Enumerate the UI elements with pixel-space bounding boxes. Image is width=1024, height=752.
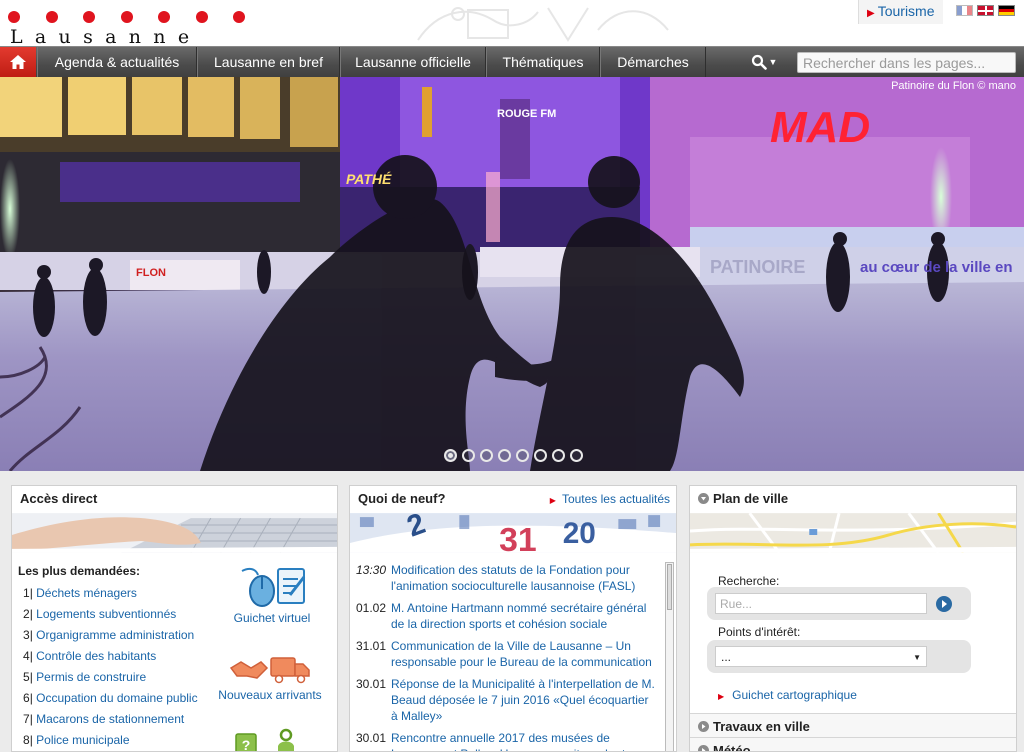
list-item[interactable]: 4| Contrôle des habitants	[23, 649, 198, 670]
sign-coeur-de-la-ville: au cœur de la ville en	[860, 259, 1013, 276]
guichet-cartographique-link[interactable]: ▶ Guichet cartographique	[718, 688, 857, 702]
banner-number: 20	[563, 517, 596, 550]
sign-fm: ROUGE FM	[497, 108, 556, 120]
language-english-flag-icon[interactable]	[977, 5, 994, 16]
city-crest-watermark	[417, 7, 669, 42]
street-search-input[interactable]	[715, 593, 927, 614]
site-search-input[interactable]	[797, 52, 1016, 73]
slide-dot[interactable]	[570, 449, 583, 462]
sign-patinoire: PATINOIRE	[710, 257, 805, 277]
sign-mad: MAD	[770, 103, 870, 152]
calendar-numbers-banner: 2 31 20	[350, 513, 676, 553]
sign-pathe: PATHÉ	[346, 171, 392, 187]
nav-agenda-actualites[interactable]: Agenda & actualités	[37, 47, 197, 77]
news-title: Quoi de neuf?	[358, 491, 446, 506]
slide-dot[interactable]	[534, 449, 547, 462]
banner-number: 31	[499, 521, 537, 553]
chevron-down-icon: ▼	[768, 57, 778, 67]
language-german-flag-icon[interactable]	[998, 5, 1015, 16]
news-panel: Quoi de neuf? ▶ Toutes les actualités 2 3…	[349, 485, 677, 752]
help-location-icon[interactable]: ?	[234, 726, 300, 752]
language-french-flag-icon[interactable]	[956, 5, 973, 16]
chevron-down-icon: ▼	[913, 653, 921, 662]
svg-text:?: ?	[242, 737, 251, 752]
news-item[interactable]: 30.01 Réponse de la Municipalité à l'inte…	[356, 676, 656, 724]
main-navigation: Agenda & actualités Lausanne en bref Lau…	[0, 46, 1024, 77]
news-scrollbar[interactable]	[665, 562, 674, 751]
home-button[interactable]	[0, 47, 36, 77]
most-requested-list: 1| Déchets ménagers 2| Logements subvent…	[23, 586, 198, 751]
points-of-interest-label: Points d'intérêt:	[718, 625, 801, 639]
nav-demarches[interactable]: Démarches	[600, 47, 706, 77]
news-list: 13:30 Modification des statuts de la Fond…	[356, 562, 656, 751]
nav-lausanne-en-bref[interactable]: Lausanne en bref	[197, 47, 340, 77]
slide-dot[interactable]	[498, 449, 511, 462]
search-scope-toggle[interactable]: ▼	[742, 50, 786, 74]
nouveaux-arrivants-label: Nouveaux arrivants	[218, 688, 322, 702]
nav-thematiques[interactable]: Thématiques	[486, 47, 600, 77]
accordion-meteo[interactable]: Météo	[690, 737, 1016, 751]
keyboard-hand-banner	[12, 513, 337, 553]
nouveaux-arrivants-link[interactable]: Nouveaux arrivants	[215, 652, 325, 702]
mouse-form-icon	[241, 567, 306, 607]
hero-image-ice-rink: MAD ROUGE FM FLON PATHÉ PATINOIRE au cœu…	[0, 77, 1024, 471]
nav-lausanne-officielle[interactable]: Lausanne officielle	[340, 47, 486, 77]
home-icon	[10, 55, 26, 69]
all-news-link[interactable]: ▶ Toutes les actualités	[550, 492, 670, 506]
news-item[interactable]: 31.01 Communication de la Ville de Lausan…	[356, 638, 656, 670]
collapse-toggle-icon	[698, 493, 709, 504]
news-item[interactable]: 13:30 Modification des statuts de la Fond…	[356, 562, 656, 594]
acces-direct-title: Accès direct	[20, 491, 98, 506]
list-item[interactable]: 2| Logements subventionnés	[23, 607, 198, 628]
accordion-travaux-en-ville[interactable]: Travaux en ville	[690, 713, 1016, 737]
map-search-label: Recherche:	[718, 574, 780, 588]
slide-dot[interactable]	[462, 449, 475, 462]
expand-toggle-icon	[698, 721, 709, 732]
guichet-virtuel-link[interactable]: Guichet virtuel	[217, 565, 327, 625]
plan-title[interactable]: Plan de ville	[698, 491, 788, 506]
list-item[interactable]: 7| Macarons de stationnement	[23, 712, 198, 733]
slide-dot[interactable]	[444, 449, 457, 462]
city-map-banner	[690, 513, 1016, 553]
slide-indicators	[444, 449, 583, 462]
list-item[interactable]: 3| Organigramme administration	[23, 628, 198, 649]
scrollbar-thumb[interactable]	[667, 564, 672, 610]
slide-dot[interactable]	[516, 449, 529, 462]
street-search-button[interactable]	[936, 596, 952, 612]
search-icon	[751, 54, 767, 70]
list-item[interactable]: 5| Permis de construire	[23, 670, 198, 691]
hero-slideshow[interactable]: MAD ROUGE FM FLON PATHÉ PATINOIRE au cœu…	[0, 77, 1024, 471]
list-item[interactable]: 1| Déchets ménagers	[23, 586, 198, 607]
slide-dot[interactable]	[480, 449, 493, 462]
expand-toggle-icon	[698, 745, 709, 751]
hero-caption: Patinoire du Flon © mano	[891, 80, 1016, 92]
sign-flon: FLON	[136, 267, 166, 279]
logo-text: Lausanne	[10, 26, 202, 48]
news-item[interactable]: 01.02 M. Antoine Hartmann nommé secrétair…	[356, 600, 656, 632]
site-header: Lausanne ▶ Tourisme	[0, 0, 1024, 48]
acces-direct-panel: Accès direct Les plus demandées: 1| Déch…	[11, 485, 338, 752]
city-map-panel: Plan de ville Recherche: Points d'intérê…	[689, 485, 1017, 752]
language-switcher	[956, 5, 1015, 17]
news-item[interactable]: 30.01 Rencontre annuelle 2017 des musées …	[356, 730, 656, 751]
list-item[interactable]: 8| Police municipale	[23, 733, 198, 751]
tourisme-link[interactable]: ▶ Tourisme	[858, 0, 943, 24]
most-requested-title: Les plus demandées:	[18, 564, 141, 578]
list-item[interactable]: 6| Occupation du domaine public	[23, 691, 198, 712]
handshake-truck-icon	[229, 657, 310, 684]
slide-dot[interactable]	[552, 449, 565, 462]
points-of-interest-select[interactable]: ... ▼	[715, 646, 927, 667]
guichet-virtuel-label: Guichet virtuel	[233, 611, 311, 625]
arrow-right-icon	[942, 600, 947, 608]
lausanne-logo[interactable]: Lausanne	[8, 6, 258, 48]
